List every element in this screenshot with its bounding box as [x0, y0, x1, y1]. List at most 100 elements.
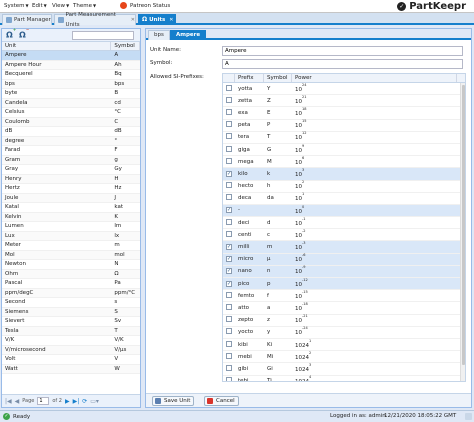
prefix-checkbox[interactable]	[226, 377, 232, 381]
prefix-checkbox[interactable]: ✓	[226, 170, 232, 177]
table-row[interactable]: bps bps	[2, 79, 140, 89]
prefix-row[interactable]: ✓ kilo k 103	[223, 168, 465, 181]
last-page-icon[interactable]: ▶|	[73, 398, 80, 405]
table-row[interactable]: ppm/degC ppm/°C	[2, 288, 140, 298]
prefix-row[interactable]: zepto z 10-21	[223, 314, 465, 327]
prefix-row[interactable]: tera T 1012	[223, 131, 465, 144]
prefix-row[interactable]: gibi Gi 10243	[223, 363, 465, 376]
prefix-checkbox[interactable]	[226, 182, 232, 189]
table-row[interactable]: Mol mol	[2, 250, 140, 260]
prefix-checkbox[interactable]	[226, 218, 232, 225]
table-row[interactable]: Volt V	[2, 355, 140, 365]
tab-bps[interactable]: bps	[148, 30, 170, 40]
table-row[interactable]: Gray Gy	[2, 165, 140, 175]
patreon-status[interactable]: Patreon Status	[120, 2, 170, 9]
add-unit-icon[interactable]: Ω+	[6, 27, 16, 40]
table-row[interactable]: Celsius °C	[2, 108, 140, 118]
menu-system[interactable]: System▼	[4, 3, 29, 9]
prefix-checkbox[interactable]	[226, 96, 232, 103]
cancel-button[interactable]: Cancel	[204, 396, 239, 406]
prefix-row[interactable]: centi c 10-2	[223, 229, 465, 242]
table-row[interactable]: Lux lx	[2, 231, 140, 241]
prefix-row[interactable]: mebi Mi 10242	[223, 351, 465, 364]
prefix-checkbox[interactable]	[226, 133, 232, 140]
prefix-checkbox[interactable]: ✓	[226, 280, 232, 287]
prefix-row[interactable]: mega M 106	[223, 156, 465, 169]
column-header-power[interactable]: Power	[292, 74, 457, 82]
table-row[interactable]: Ohm Ω	[2, 269, 140, 279]
prefix-row[interactable]: peta P 1015	[223, 119, 465, 132]
export-icon[interactable]: ▭▾	[90, 398, 99, 405]
tab-part-manager[interactable]: Part Manager	[2, 14, 52, 25]
refresh-icon[interactable]: ⟳	[82, 398, 87, 405]
column-header-unit[interactable]: Unit	[2, 42, 112, 50]
table-row[interactable]: Pascal Pa	[2, 279, 140, 289]
status-menu-icon[interactable]	[465, 413, 472, 420]
table-row[interactable]: Candela cd	[2, 98, 140, 108]
prefix-checkbox[interactable]	[226, 157, 232, 164]
prefix-checkbox[interactable]	[226, 194, 232, 201]
prefix-checkbox[interactable]	[226, 352, 232, 359]
table-row[interactable]: degree °	[2, 136, 140, 146]
menu-view[interactable]: View▼	[52, 3, 69, 9]
table-row[interactable]: Hertz Hz	[2, 184, 140, 194]
prefix-row[interactable]: femto f 10-15	[223, 290, 465, 303]
column-header-symbol[interactable]: Symbol	[111, 42, 140, 50]
table-row[interactable]: Lumen lm	[2, 222, 140, 232]
first-page-icon[interactable]: |◀	[5, 398, 12, 405]
prefix-checkbox[interactable]	[226, 108, 232, 115]
prefix-row[interactable]: yotta Y 1024	[223, 83, 465, 96]
close-icon[interactable]: ✕	[131, 15, 135, 25]
next-page-icon[interactable]: ▶	[65, 398, 70, 405]
prefix-row[interactable]: ✓ - 100	[223, 205, 465, 218]
prefix-row[interactable]: atto a 10-18	[223, 302, 465, 315]
menu-theme[interactable]: Theme▼	[73, 3, 96, 9]
table-row[interactable]: Henry H	[2, 174, 140, 184]
column-header-prefix[interactable]: Prefix	[235, 74, 264, 82]
prefix-row[interactable]: exa E 1018	[223, 107, 465, 120]
table-row[interactable]: Sievert Sv	[2, 317, 140, 327]
table-row[interactable]: Gram g	[2, 155, 140, 165]
prefix-checkbox[interactable]	[226, 145, 232, 152]
select-all-column[interactable]	[223, 74, 235, 82]
prefix-checkbox[interactable]	[226, 340, 232, 347]
delete-unit-icon[interactable]: Ω−	[19, 27, 29, 40]
table-row[interactable]: Siemens S	[2, 307, 140, 317]
prefix-row[interactable]: ✓ micro µ 10-6	[223, 253, 465, 266]
prefix-row[interactable]: deci d 10-1	[223, 217, 465, 230]
prefix-row[interactable]: deca da 101	[223, 192, 465, 205]
prefix-row[interactable]: hecto h 102	[223, 180, 465, 193]
prefix-checkbox[interactable]	[226, 328, 232, 335]
table-row[interactable]: Newton N	[2, 260, 140, 270]
prefix-row[interactable]: giga G 109	[223, 144, 465, 157]
prefix-checkbox[interactable]	[226, 84, 232, 91]
table-row[interactable]: Katal kat	[2, 203, 140, 213]
page-number-input[interactable]	[37, 397, 50, 405]
prefix-row[interactable]: yocto y 10-24	[223, 326, 465, 339]
scrollbar-thumb[interactable]	[462, 85, 465, 365]
prefix-row[interactable]: ✓ pico p 10-12	[223, 278, 465, 291]
prefix-checkbox[interactable]: ✓	[226, 268, 232, 275]
table-row[interactable]: V/K V/K	[2, 336, 140, 346]
prev-page-icon[interactable]: ◀	[15, 398, 20, 405]
table-row[interactable]: dB dB	[2, 127, 140, 137]
prefix-checkbox[interactable]	[226, 303, 232, 310]
table-row[interactable]: Meter m	[2, 241, 140, 251]
search-input[interactable]	[72, 31, 134, 40]
table-row[interactable]: Farad F	[2, 146, 140, 156]
prefix-checkbox[interactable]	[226, 121, 232, 128]
prefix-row[interactable]: kibi Ki 10241	[223, 339, 465, 352]
table-row[interactable]: Becquerel Bq	[2, 70, 140, 80]
tab-part-measurement-units[interactable]: Part Measurement Units ✕	[54, 12, 136, 28]
prefix-checkbox[interactable]	[226, 291, 232, 298]
prefix-checkbox[interactable]: ✓	[226, 256, 232, 263]
table-row[interactable]: Second s	[2, 298, 140, 308]
table-row[interactable]: Ampere A	[2, 51, 140, 61]
prefix-row[interactable]: zetta Z 1021	[223, 95, 465, 108]
prefix-row[interactable]: ✓ milli m 10-3	[223, 241, 465, 254]
table-row[interactable]: Coulomb C	[2, 117, 140, 127]
table-row[interactable]: Tesla T	[2, 326, 140, 336]
save-unit-button[interactable]: Save Unit	[152, 396, 195, 406]
tab-ampere[interactable]: Ampere	[170, 30, 207, 40]
table-row[interactable]: Joule J	[2, 193, 140, 203]
